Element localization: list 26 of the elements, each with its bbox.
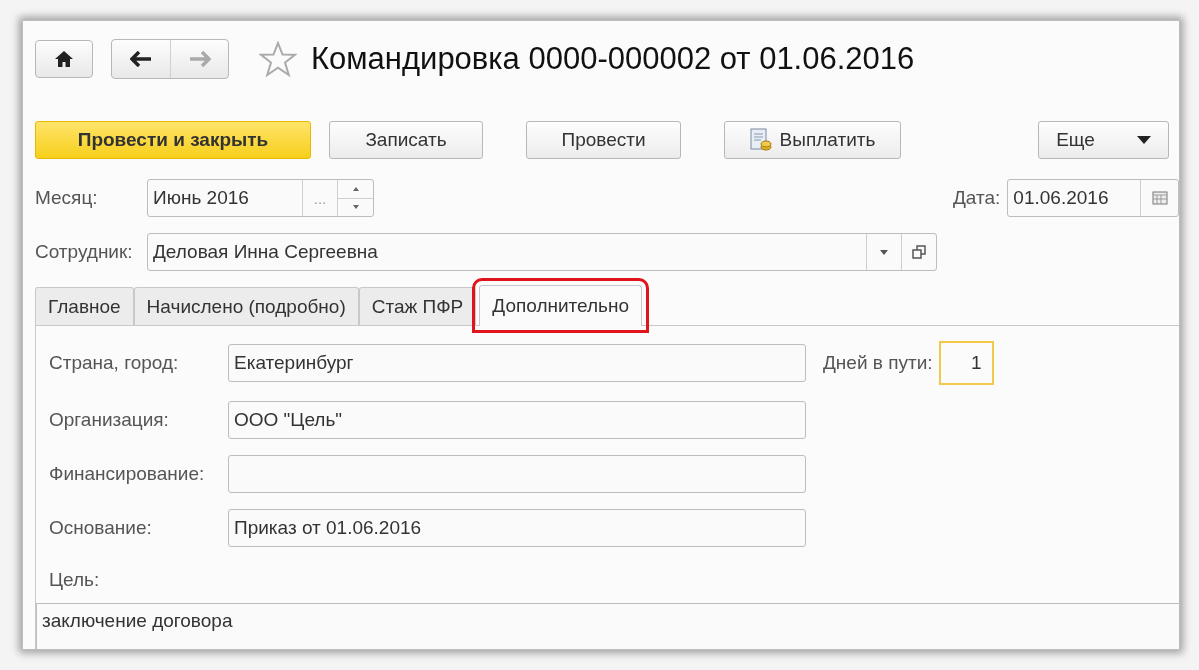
tab[interactable]: Стаж ПФР bbox=[358, 287, 477, 325]
month-label: Месяц: bbox=[35, 187, 99, 209]
days-field[interactable]: 1 bbox=[938, 341, 994, 385]
document-title: Командировка 0000-000002 от 01.06.2016 bbox=[311, 41, 915, 77]
purpose-label: Цель: bbox=[49, 569, 101, 591]
field-label: Организация: bbox=[49, 409, 170, 431]
employee-field[interactable]: Деловая Инна Сергеевна bbox=[147, 233, 937, 271]
input-field[interactable]: Приказ от 01.06.2016 bbox=[228, 509, 806, 547]
purpose-field[interactable]: заключение договора bbox=[36, 603, 1179, 649]
field-label: Основание: bbox=[49, 517, 153, 539]
toolbar-button[interactable]: Записать bbox=[329, 121, 483, 159]
input-field[interactable]: Екатеринбург bbox=[228, 344, 806, 382]
tab[interactable]: Начислено (подробно) bbox=[133, 287, 359, 325]
more-button[interactable]: Еще bbox=[1038, 121, 1169, 159]
field-label: Финансирование: bbox=[49, 463, 206, 485]
tab[interactable]: Главное bbox=[35, 287, 134, 325]
month-field[interactable]: Июнь 2016 ... bbox=[147, 179, 374, 217]
post-and-close-button[interactable]: Провести и закрыть bbox=[35, 121, 311, 159]
employee-label: Сотрудник: bbox=[35, 241, 134, 263]
days-label: Дней в пути: bbox=[823, 352, 933, 374]
field-label: Страна, город: bbox=[49, 352, 180, 374]
date-field[interactable]: 01.06.2016 bbox=[1007, 179, 1179, 217]
date-label: Дата: bbox=[953, 187, 1001, 209]
input-field[interactable]: ООО "Цель" bbox=[228, 401, 806, 439]
toolbar-button[interactable]: Провести bbox=[526, 121, 681, 159]
pay-button[interactable]: Выплатить bbox=[724, 121, 901, 159]
